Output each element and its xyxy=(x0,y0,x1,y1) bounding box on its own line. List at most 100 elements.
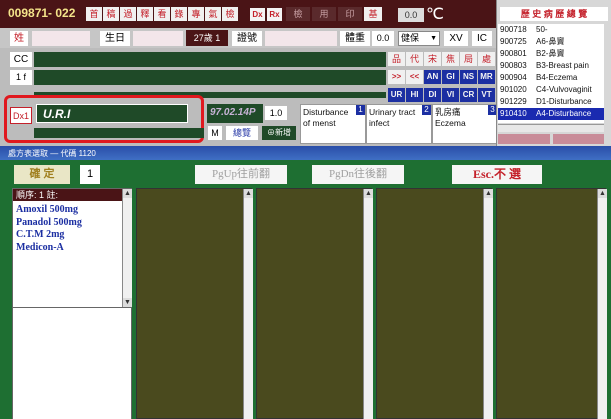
new-button[interactable]: ⊕新增 xyxy=(262,126,296,140)
prescription-panel-2[interactable] xyxy=(136,188,252,419)
dx-suggestion[interactable]: 1 Disturbance of menst xyxy=(300,104,366,144)
history-row[interactable]: 901020 C4-Vulvovaginit xyxy=(498,84,604,96)
nav-button[interactable]: VT xyxy=(478,88,495,102)
temperature-field[interactable]: 0.0 xyxy=(398,8,424,22)
side-char-button[interactable]: 品 xyxy=(388,52,405,66)
side-char-button[interactable]: 代 xyxy=(406,52,423,66)
side-char-button[interactable]: 局 xyxy=(460,52,477,66)
nav-button[interactable]: UR xyxy=(388,88,405,102)
pgup-button[interactable]: PgUp往前翻 xyxy=(195,165,287,184)
history-list[interactable]: 900718 50- 900725 A6-鼻竇 900801 B2-鼻竇 900803 B3-… xyxy=(498,24,604,123)
scroll-up-icon[interactable]: ▲ xyxy=(598,189,607,198)
dx-suggestion[interactable]: 2 Urinary tract infect xyxy=(366,104,432,144)
dx-date-field[interactable]: 97.02.14P xyxy=(207,104,263,123)
panel-2-scrollbar[interactable]: ▲ xyxy=(243,189,253,419)
nav-button[interactable]: AN xyxy=(424,70,441,84)
toolbar-button[interactable]: 專 xyxy=(188,7,204,21)
dx-suggestion-number: 1 xyxy=(356,105,365,115)
aggregate-button[interactable]: 總覽 xyxy=(226,126,258,140)
scroll-up-icon[interactable]: ▲ xyxy=(244,189,253,198)
age-badge: 27歲 1 xyxy=(186,30,228,46)
toolbar-button[interactable]: 用 xyxy=(312,7,336,21)
birth-field[interactable] xyxy=(133,31,183,46)
prescription-panel-4[interactable] xyxy=(376,188,492,419)
page-number-field[interactable]: 1 xyxy=(80,165,100,184)
name-field[interactable] xyxy=(32,31,90,46)
row4-label: 1 f xyxy=(10,70,32,85)
toolbar-button[interactable]: 稿 xyxy=(103,7,119,21)
panel-5-scrollbar[interactable]: ▲ xyxy=(597,189,607,419)
category-select-value: 健保 xyxy=(401,33,420,43)
prescription-item[interactable]: C.T.M 2mg xyxy=(16,229,120,242)
history-bottom-buttons xyxy=(498,134,604,144)
dx1-input[interactable]: U.R.I xyxy=(36,104,188,123)
history-row[interactable]: 900725 A6-鼻竇 xyxy=(498,36,604,48)
confirm-button[interactable]: 確 定 xyxy=(14,165,70,184)
toolbar-button[interactable]: 檢 xyxy=(222,7,238,21)
nav-button[interactable]: MR xyxy=(478,70,495,84)
category-select[interactable]: 健保 ▼ xyxy=(398,31,440,46)
panel-4-scrollbar[interactable]: ▲ xyxy=(483,189,493,419)
prescription-item[interactable]: Medicon-A xyxy=(16,242,120,255)
scroll-up-icon[interactable]: ▲ xyxy=(364,189,373,198)
side-char-button[interactable]: 處 xyxy=(478,52,495,66)
history-scrollbar[interactable] xyxy=(498,124,604,132)
new-label: 新增 xyxy=(275,128,291,137)
toolbar-button[interactable]: 過 xyxy=(120,7,136,21)
rx-tag[interactable]: Rx xyxy=(267,8,282,21)
dx-count-field[interactable]: 1.0 xyxy=(265,106,287,120)
history-row[interactable]: 901229 D1-Disturbance xyxy=(498,96,604,108)
nav-button[interactable]: DI xyxy=(424,88,441,102)
toolbar-button[interactable]: 檢 xyxy=(286,7,310,21)
scroll-up-icon[interactable]: ▲ xyxy=(484,189,493,198)
weight-field[interactable]: 0.0 xyxy=(372,31,394,46)
history-button-2[interactable] xyxy=(552,134,604,144)
history-button-1[interactable] xyxy=(498,134,550,144)
history-row[interactable]: 900718 50- xyxy=(498,24,604,36)
toolbar-button[interactable]: 基 xyxy=(364,7,382,21)
nav-button[interactable]: >> xyxy=(388,70,405,84)
esc-button[interactable]: Esc.不 選 xyxy=(452,165,542,184)
side-char-buttons: 品代宋焦局處 xyxy=(388,52,495,66)
prescription-item[interactable]: Amoxil 500mg xyxy=(16,204,120,217)
prescription-scrollbar[interactable]: ▲ ▼ xyxy=(122,189,132,307)
row4-input[interactable] xyxy=(34,70,386,85)
nav-button[interactable]: << xyxy=(406,70,423,84)
scroll-down-icon[interactable]: ▼ xyxy=(123,298,132,307)
m-button[interactable]: M xyxy=(208,126,222,140)
dx-suggestion-text: 乳房痛 Eczema xyxy=(435,107,466,128)
nav-button[interactable]: CR xyxy=(460,88,477,102)
history-row[interactable]: 910410 A4-Disturbance xyxy=(498,108,604,120)
scroll-up-icon[interactable]: ▲ xyxy=(123,189,132,198)
history-row[interactable]: 900803 B3-Breast pain xyxy=(498,60,604,72)
category-code[interactable]: XV xyxy=(444,31,468,46)
chevron-down-icon: ▼ xyxy=(430,35,437,42)
cc-input[interactable] xyxy=(34,52,386,67)
history-date: 910410 xyxy=(500,109,527,118)
history-code: 50- xyxy=(536,25,548,34)
dx-tag[interactable]: Dx xyxy=(250,8,265,21)
prescription-item[interactable]: Panadol 500mg xyxy=(16,217,120,230)
nav-button[interactable]: NS xyxy=(460,70,477,84)
side-char-button[interactable]: 焦 xyxy=(442,52,459,66)
history-row[interactable]: 900904 B4-Eczema xyxy=(498,72,604,84)
prescription-panel-5[interactable] xyxy=(496,188,606,419)
toolbar-button[interactable]: 氣 xyxy=(205,7,221,21)
pgdn-button[interactable]: PgDn往後翻 xyxy=(312,165,404,184)
toolbar-button[interactable]: 釋 xyxy=(137,7,153,21)
dx-suggestion[interactable]: 3 乳房痛 Eczema xyxy=(432,104,498,144)
nav-button[interactable]: GI xyxy=(442,70,459,84)
id-field[interactable] xyxy=(265,31,337,46)
nav-button[interactable]: HI xyxy=(406,88,423,102)
history-date: 900801 xyxy=(500,49,527,58)
toolbar-button[interactable]: 首 xyxy=(86,7,102,21)
side-char-button[interactable]: 宋 xyxy=(424,52,441,66)
panel-3-scrollbar[interactable]: ▲ xyxy=(363,189,373,419)
history-row[interactable]: 900801 B2-鼻竇 xyxy=(498,48,604,60)
ic-button[interactable]: IC xyxy=(472,31,492,46)
nav-button[interactable]: VI xyxy=(442,88,459,102)
toolbar-button[interactable]: 印 xyxy=(338,7,362,21)
toolbar-button[interactable]: 錄 xyxy=(171,7,187,21)
prescription-panel-3[interactable] xyxy=(256,188,372,419)
toolbar-button[interactable]: 看 xyxy=(154,7,170,21)
